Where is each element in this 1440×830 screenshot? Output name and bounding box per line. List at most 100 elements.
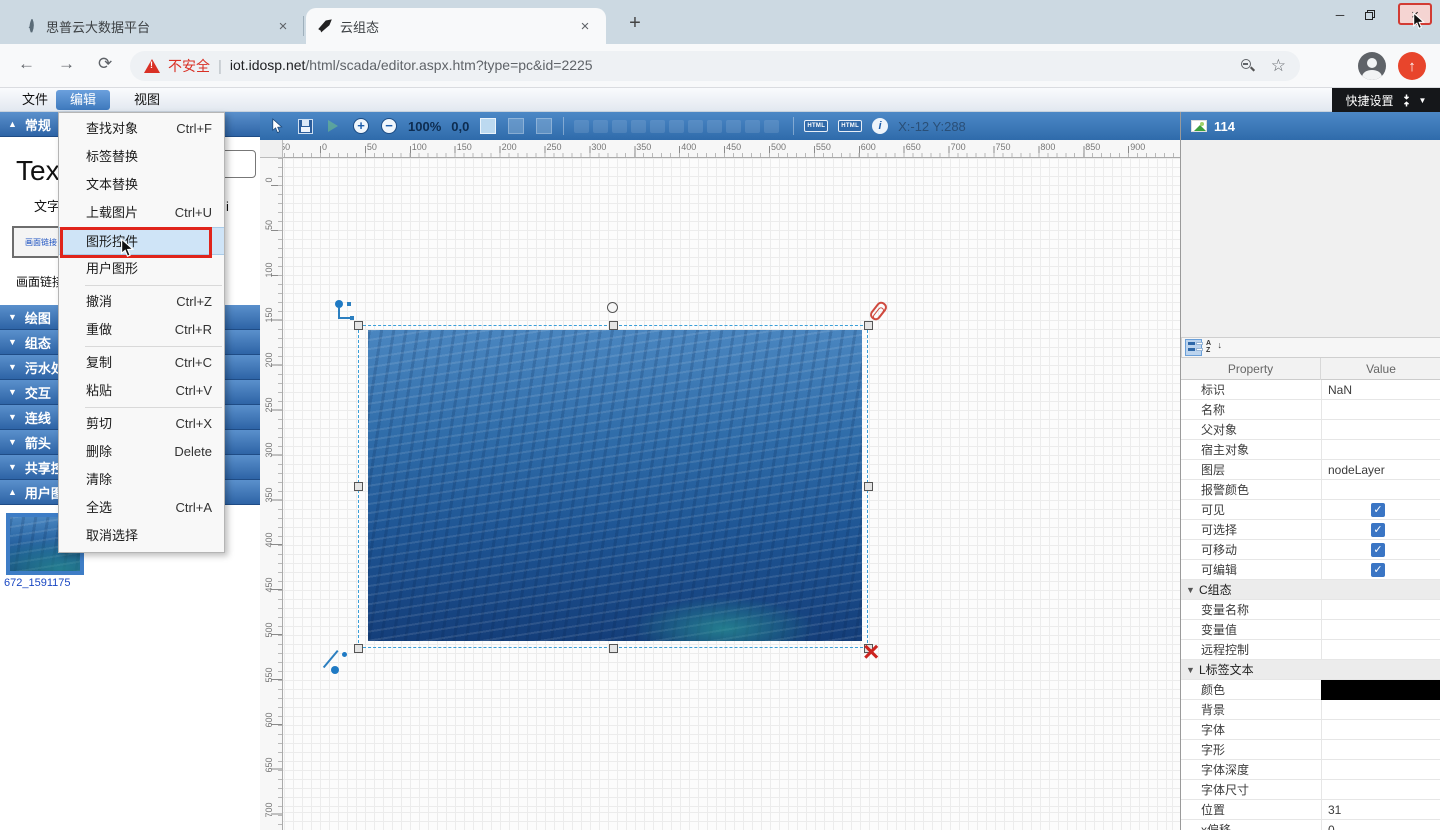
property-row[interactable]: 可选择✓ [1181,520,1440,540]
info-icon[interactable]: i [872,118,888,134]
property-row[interactable]: 颜色 [1181,680,1440,700]
tab-close-icon[interactable]: × [274,18,292,35]
resize-handle-n[interactable] [609,321,618,330]
property-value[interactable] [1321,440,1440,460]
property-value[interactable] [1321,640,1440,660]
property-value[interactable]: 31 [1321,800,1440,820]
property-value[interactable] [1321,400,1440,420]
menu-item[interactable]: 上载图片Ctrl+U [59,199,224,227]
menu-item[interactable]: 撤消Ctrl+Z [59,288,224,316]
property-row[interactable]: 可移动✓ [1181,540,1440,560]
drag-anchor-icon[interactable] [333,646,359,672]
property-row[interactable]: 字体深度 [1181,760,1440,780]
property-row[interactable]: 字体尺寸 [1181,780,1440,800]
categorized-view-icon[interactable] [1185,339,1202,356]
checkbox-checked[interactable]: ✓ [1371,523,1385,537]
grid-toggle-icon[interactable] [479,117,497,135]
rotate-handle[interactable] [607,302,618,313]
menu-item[interactable]: 标签替换 [59,143,224,171]
color-swatch[interactable] [1321,680,1440,700]
dropdown-icon[interactable]: ▼ [1419,96,1427,105]
checkbox-checked[interactable]: ✓ [1371,543,1385,557]
menu-item[interactable]: 查找对象Ctrl+F [59,115,224,143]
property-row[interactable]: 宿主对象 [1181,440,1440,460]
property-value[interactable] [1321,720,1440,740]
select-tool-icon[interactable] [268,117,286,135]
property-value[interactable] [1321,780,1440,800]
property-row[interactable]: 变量值 [1181,620,1440,640]
property-value[interactable]: 0 [1321,820,1440,830]
resize-handle-ne[interactable] [864,321,873,330]
new-tab-button[interactable]: + [622,12,648,35]
resize-handle-w[interactable] [354,482,363,491]
quick-settings-bar[interactable]: 快捷设置 ▼ [1332,88,1440,112]
menu-item[interactable]: 清除 [59,466,224,494]
sort-az-icon[interactable]: AZ↓ [1206,339,1223,356]
property-value[interactable]: nodeLayer [1321,460,1440,480]
menu-edit[interactable]: 编辑 [56,90,110,110]
delete-node-icon[interactable]: × [863,638,879,666]
save-icon[interactable] [296,117,314,135]
back-icon[interactable]: ← [18,54,35,74]
menu-item[interactable]: 取消选择 [59,522,224,550]
tab-close-icon[interactable]: × [576,18,594,35]
forward-icon[interactable]: → [58,54,75,74]
refresh-icon[interactable]: ⟳ [98,54,112,74]
url-field[interactable]: 不安全 | iot.idosp.net/html/scada/editor.as… [130,51,1300,81]
property-value[interactable] [1321,760,1440,780]
property-value[interactable] [1321,420,1440,440]
design-canvas[interactable]: × [283,158,1180,830]
zoom-out-page-icon[interactable] [1241,59,1255,73]
menu-item[interactable]: 粘贴Ctrl+V [59,377,224,405]
resize-handle-s[interactable] [609,644,618,653]
property-row[interactable]: 图层nodeLayer [1181,460,1440,480]
profile-avatar[interactable] [1358,52,1386,80]
triangle-down-icon: ▼ [1186,660,1195,680]
property-row[interactable]: 可见✓ [1181,500,1440,520]
property-row[interactable]: 字形 [1181,740,1440,760]
resize-handle-e[interactable] [864,482,873,491]
browser-update-button[interactable]: ↑ [1398,52,1426,80]
menu-item[interactable]: 重做Ctrl+R [59,316,224,344]
checkbox-checked[interactable]: ✓ [1371,563,1385,577]
property-value[interactable] [1321,480,1440,500]
property-row[interactable]: 父对象 [1181,420,1440,440]
menu-file[interactable]: 文件 [8,90,62,110]
menu-item[interactable]: 全选Ctrl+A [59,494,224,522]
menu-item[interactable]: 剪切Ctrl+X [59,410,224,438]
property-value[interactable] [1321,740,1440,760]
property-row[interactable]: 远程控制 [1181,640,1440,660]
checkbox-checked[interactable]: ✓ [1371,503,1385,517]
tab-inactive[interactable]: 思普云大数据平台 × [14,8,304,44]
restore-button[interactable] [1357,5,1383,25]
link-anchor-icon[interactable] [335,300,359,324]
property-row[interactable]: 字体 [1181,720,1440,740]
zoom-out-icon[interactable]: − [380,117,398,135]
property-row[interactable]: x偏移0 [1181,820,1440,830]
property-value[interactable] [1321,620,1440,640]
menu-item[interactable]: 用户图形 [59,255,224,283]
property-value[interactable]: NaN [1321,380,1440,400]
property-row[interactable]: 背景 [1181,700,1440,720]
zoom-in-icon[interactable]: + [352,117,370,135]
property-section-row[interactable]: ▼C组态 [1181,580,1440,600]
menu-view[interactable]: 视图 [120,90,174,110]
property-row[interactable]: 变量名称 [1181,600,1440,620]
property-row[interactable]: 可编辑✓ [1181,560,1440,580]
minimize-button[interactable]: ─ [1327,5,1353,25]
property-row[interactable]: 报警颜色 [1181,480,1440,500]
menu-item[interactable]: 删除Delete [59,438,224,466]
menu-item[interactable]: 复制Ctrl+C [59,349,224,377]
paperclip-icon[interactable] [868,300,889,323]
bookmark-star-icon[interactable]: ☆ [1271,56,1286,76]
property-value[interactable] [1321,700,1440,720]
menu-item[interactable]: 文本替换 [59,171,224,199]
html-export-icon[interactable]: HTML [804,120,828,132]
property-row[interactable]: 标识NaN [1181,380,1440,400]
property-value[interactable] [1321,600,1440,620]
tab-active[interactable]: 云组态 × [306,8,606,44]
html-view-icon[interactable]: HTML [838,120,862,132]
property-row[interactable]: 名称 [1181,400,1440,420]
property-section-row[interactable]: ▼L标签文本 [1181,660,1440,680]
property-row[interactable]: 位置31 [1181,800,1440,820]
